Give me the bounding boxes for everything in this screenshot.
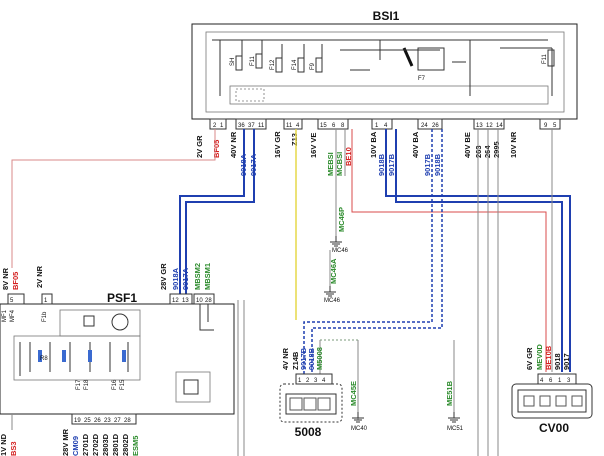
bsi-pin: 11 — [286, 123, 293, 129]
wire-label: BF05 — [212, 140, 221, 158]
psf-pin: 25 — [84, 418, 91, 424]
wire-9017b — [395, 129, 563, 372]
wire-label: 9017B — [387, 153, 396, 176]
bsi-pin: 26 — [432, 123, 439, 129]
wire-label: MEBSI — [326, 152, 335, 176]
module-5008-connector-label: 4V NR — [281, 347, 290, 370]
psf-pin: 10 — [196, 298, 203, 304]
bsi-pin: 12 — [486, 123, 493, 129]
bsi-pin: 14 — [496, 123, 503, 129]
bsi-connector-label: 40V NR — [229, 131, 238, 158]
bsi-fuse-label-7: F11 — [542, 53, 548, 64]
psf-fuse-label: F15 — [120, 379, 126, 390]
psf-wire-label: 2803D — [101, 433, 110, 456]
psf-fuse-label: F17 — [76, 379, 82, 390]
module-cv00-wire-label: 9017 — [562, 353, 571, 370]
psf-pin: 28 — [205, 298, 212, 304]
module-cv00-wire-label: BE10B — [544, 345, 553, 370]
wire-label: Z13 — [290, 133, 299, 146]
psf-wire-label: BF05 — [11, 272, 20, 290]
psf-pin: 12 — [172, 298, 179, 304]
psf-module — [0, 303, 235, 415]
ground-wire-label: MC46A — [329, 258, 338, 284]
ground-symbol — [448, 412, 460, 423]
module-cv00-wire-label: 9018 — [553, 353, 562, 370]
module-5008-title: 5008 — [295, 425, 322, 439]
bsi-title: BSI1 — [373, 9, 400, 23]
psf-wire-label: 2802D — [121, 433, 130, 456]
bsi-pin: 37 — [248, 123, 255, 129]
psf-pin: 23 — [104, 418, 111, 424]
psf-wire-label: 2701D — [81, 433, 90, 456]
wiring-diagram: BSI1 SH F11 F12 F14 F9 F7 F11 2 1 36 37 … — [0, 9, 593, 456]
wire-bf05 — [11, 129, 216, 268]
module-5008-plug — [285, 393, 337, 415]
bsi-connector-label: 16V GR — [273, 131, 282, 158]
wire-label: 9017B — [423, 153, 432, 176]
ground-symbol — [330, 236, 342, 247]
bsi-fuse-label-3: F12 — [270, 59, 276, 70]
bsi-connector-label: 40V BE — [463, 132, 472, 158]
psf-connector-label: 1V ND — [0, 433, 8, 456]
psf-connector-label: 2V NR — [35, 265, 44, 288]
psf-fuse-label: R8 — [40, 356, 48, 362]
psf-pin: 13 — [182, 298, 189, 304]
bsi-fuse-label-5: F9 — [310, 62, 316, 70]
wire-label: 9018B — [377, 153, 386, 176]
bsi-pin: 24 — [421, 123, 428, 129]
psf-wire-label: MBSM2 — [193, 263, 202, 290]
ground-wire-label: ME51B — [445, 380, 454, 406]
psf-wire-label: ESM5 — [131, 436, 140, 456]
psf-pin: 27 — [114, 418, 121, 424]
bsi-pin: 11 — [258, 123, 265, 129]
psf-pin: 26 — [94, 418, 101, 424]
ground-label: MC51 — [447, 426, 464, 432]
bsi-connector-label: 16V VE — [309, 133, 318, 158]
ground-wire-label: MC45E — [349, 381, 358, 406]
psf-wire-label: BS3 — [9, 441, 18, 456]
module-cv00-switch — [517, 389, 587, 413]
psf-connector-label: 8V NR — [1, 267, 10, 290]
module-cv00-connector-label: 6V GR — [525, 347, 534, 370]
wire-9017b-dashed — [303, 129, 433, 374]
bsi-pin: 13 — [476, 123, 483, 129]
module-cv00-title: CV00 — [539, 421, 569, 435]
psf-wire-label: MBSM1 — [203, 263, 212, 290]
module-cv00-wire-label: MEV0D — [535, 344, 544, 370]
bsi-connector-label: 2V GR — [195, 135, 204, 158]
bsi-fuse-label-4: F14 — [292, 59, 298, 70]
bsi-connector-label: 40V BA — [411, 131, 420, 158]
psf-pin: 19 — [74, 418, 81, 424]
bsi-connector-label: 10V NR — [509, 131, 518, 158]
psf-fuse-label: F18 — [84, 379, 90, 390]
bsi-module — [191, 23, 578, 120]
psf-fuse-label: MF4 — [10, 309, 16, 322]
bsi-pin: 36 — [238, 123, 245, 129]
psf-wire-label: 9017A — [181, 267, 190, 290]
psf-connector-label: 28V GR — [159, 263, 168, 290]
psf-title: PSF1 — [107, 291, 137, 305]
bsi-fuse-label-2: F11 — [250, 55, 256, 66]
psf-connector-label: 28V MR — [61, 428, 70, 456]
psf-fuse-label: F16 — [112, 379, 118, 390]
ground-symbol — [324, 286, 336, 297]
psf-pin: 28 — [124, 418, 131, 424]
wire-label: 2995 — [492, 141, 501, 158]
psf-wire-label: 9018A — [171, 267, 180, 290]
bsi-pin: 15 — [320, 123, 327, 129]
ground-symbol — [352, 412, 364, 423]
ground-label: MC46 — [324, 298, 341, 304]
bsi-fuse-label-6: F7 — [418, 76, 426, 82]
psf-wire-label: 2801D — [111, 433, 120, 456]
module-5008-wire-label: M5008 — [315, 347, 324, 370]
psf-wire-label: 2702D — [91, 433, 100, 456]
psf-fuse-label: MF1 — [2, 309, 8, 322]
ground-wire-label: MC46P — [337, 207, 346, 232]
ground-label: MC40 — [351, 426, 368, 432]
psf-wire-label: CM09 — [71, 436, 80, 456]
psf-fuse-label: F1b — [42, 311, 48, 322]
bsi-fuse-label-1: SH — [230, 58, 236, 66]
ground-label: MC46 — [332, 248, 349, 254]
wire-label: 9018B — [433, 153, 442, 176]
